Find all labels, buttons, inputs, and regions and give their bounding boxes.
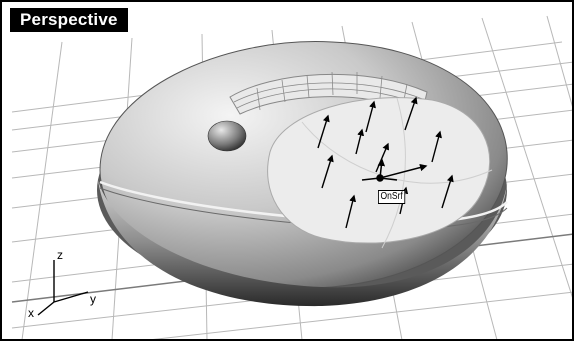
osnap-tooltip: OnSrf: [378, 190, 406, 204]
axis-label-z: z: [57, 248, 63, 262]
side-button: [207, 120, 247, 152]
axis-label-x: x: [28, 306, 34, 320]
axis-label-y: y: [90, 292, 96, 306]
world-axes-icon: [37, 260, 89, 316]
perspective-viewport[interactable]: Perspective OnSrf z y x: [0, 0, 574, 341]
viewport-title[interactable]: Perspective: [10, 8, 128, 32]
viewport-scene[interactable]: [2, 2, 574, 341]
